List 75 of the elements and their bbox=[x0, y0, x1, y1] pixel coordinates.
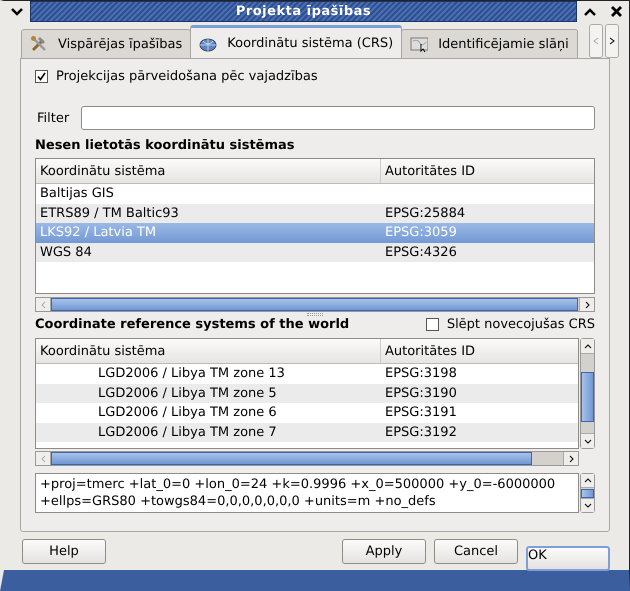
chevron-right-icon bbox=[584, 300, 590, 308]
table-cell-text: Baltijas GIS bbox=[39, 186, 115, 202]
window-title: Projekta īpašības bbox=[236, 4, 372, 19]
scroll-right-button[interactable] bbox=[579, 298, 594, 311]
scrollbar-thumb[interactable] bbox=[581, 489, 594, 498]
table-cell-text: LGD2006 / Libya TM zone 7 bbox=[97, 424, 278, 440]
column-header[interactable]: Autoritātes ID bbox=[381, 339, 476, 363]
table-row[interactable]: LGD2006 / Libya TM zone 6 EPSG:3191 bbox=[36, 403, 578, 422]
splitter-handle[interactable] bbox=[307, 313, 323, 316]
scroll-down-button[interactable] bbox=[581, 433, 594, 448]
close-icon bbox=[610, 6, 622, 17]
chevron-down-icon bbox=[584, 503, 592, 508]
map-icon bbox=[410, 35, 428, 53]
scroll-right-button[interactable] bbox=[563, 452, 578, 465]
table-row[interactable]: LGD2006 / Libya TM zone 5 EPSG:3190 bbox=[36, 384, 578, 403]
table-row[interactable]: WGS 84 EPSG:4326 bbox=[36, 242, 594, 262]
checkbox-label: Projekcijas pārveidošana pēc vajadzības bbox=[56, 69, 318, 84]
scroll-down-button[interactable] bbox=[581, 498, 594, 512]
table-row[interactable]: ETRS89 / TM Baltic93 EPSG:25884 bbox=[36, 204, 594, 223]
scroll-up-button[interactable] bbox=[581, 474, 594, 488]
vertical-scrollbar[interactable] bbox=[580, 338, 595, 449]
checkbox-label: Slēpt novecojušas CRS bbox=[446, 317, 595, 332]
section-heading: Coordinate reference systems of the world bbox=[35, 317, 350, 332]
chevron-down-icon bbox=[584, 438, 592, 444]
horizontal-scrollbar[interactable] bbox=[35, 297, 595, 312]
table-cell-text: EPSG:3191 bbox=[384, 405, 457, 420]
table-cell-text: ETRS89 / TM Baltic93 bbox=[39, 206, 180, 221]
table-cell-text: EPSG:4326 bbox=[384, 244, 457, 260]
horizontal-scrollbar[interactable] bbox=[35, 451, 579, 466]
table-cell-text: WGS 84 bbox=[39, 244, 93, 260]
column-header[interactable]: Koordinātu sistēma bbox=[36, 159, 381, 183]
checkbox[interactable] bbox=[426, 318, 439, 331]
scroll-tabs-right-button[interactable] bbox=[605, 24, 619, 58]
table-cell-text: EPSG:3190 bbox=[384, 386, 457, 401]
chevron-left-icon bbox=[40, 300, 46, 308]
section-heading: Nesen lietotās koordinātu sistēmas bbox=[35, 138, 296, 153]
table-row[interactable]: LGD2006 / Libya TM zone 13 EPSG:3198 bbox=[36, 364, 578, 384]
column-header[interactable]: Koordinātu sistēma bbox=[36, 339, 381, 363]
dialog-button[interactable]: Cancel bbox=[434, 539, 518, 564]
table-row[interactable]: Baltijas GIS bbox=[36, 184, 594, 204]
scroll-up-button[interactable] bbox=[581, 339, 594, 354]
vertical-scrollbar[interactable] bbox=[580, 473, 595, 513]
chevron-right-icon bbox=[609, 37, 615, 45]
table-cell-text: LGD2006 / Libya TM zone 13 bbox=[97, 366, 286, 382]
chevron-up-icon bbox=[584, 344, 592, 348]
chevron-left-icon bbox=[40, 454, 46, 462]
table-row[interactable]: LGD2006 / Libya TM zone 7 EPSG:3192 bbox=[36, 422, 578, 442]
chevron-up-icon bbox=[584, 8, 596, 16]
chevron-up-icon bbox=[584, 478, 592, 483]
table-cell-text: LKS92 / Latvia TM bbox=[39, 225, 158, 240]
chevron-right-icon bbox=[568, 454, 574, 462]
scrollbar-thumb[interactable] bbox=[51, 298, 578, 311]
filter-label: Filter bbox=[37, 110, 70, 126]
dialog-button[interactable]: Help bbox=[22, 539, 106, 564]
checkmark-icon bbox=[37, 72, 46, 81]
table-cell-text: EPSG:3198 bbox=[384, 366, 457, 382]
tab[interactable]: Koordinātu sistēma (CRS) bbox=[190, 25, 402, 58]
column-header[interactable]: Autoritātes ID bbox=[381, 159, 476, 183]
scrollbar-thumb[interactable] bbox=[51, 452, 532, 465]
chevron-left-icon bbox=[593, 37, 599, 45]
checkbox[interactable] bbox=[35, 70, 48, 83]
dialog-button[interactable]: OK bbox=[526, 546, 610, 571]
table-cell-text: EPSG:3059 bbox=[384, 225, 457, 240]
tab[interactable]: Identificējamie slāņi bbox=[401, 29, 578, 58]
tab[interactable]: Vispārējas īpašības bbox=[21, 29, 192, 58]
filter-field[interactable] bbox=[81, 106, 595, 130]
tools-icon bbox=[30, 35, 48, 53]
table-cell-text: EPSG:3192 bbox=[384, 424, 457, 440]
table-cell-text: LGD2006 / Libya TM zone 6 bbox=[97, 405, 278, 420]
table-cell-text: LGD2006 / Libya TM zone 5 bbox=[97, 386, 278, 401]
chevron-down-icon bbox=[11, 8, 23, 16]
table-cell-text: EPSG:25884 bbox=[384, 206, 466, 221]
dialog-button[interactable]: Apply bbox=[342, 539, 426, 564]
scrollbar-thumb[interactable] bbox=[581, 372, 594, 422]
projection-definition-text[interactable]: +proj=tmerc +lat_0=0 +lon_0=24 +k=0.9996 +x_0=500000 +y_0=-6000000 +ellps=GRS80 +towgs84=0,0,0,0,0,0,0 +units=m +no_defs bbox=[35, 473, 579, 513]
